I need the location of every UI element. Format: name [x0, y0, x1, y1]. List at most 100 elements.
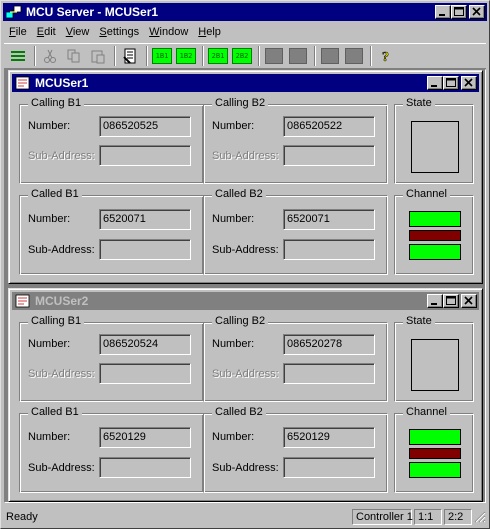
toolbar-separator [146, 46, 148, 66]
group-title: State [403, 97, 435, 109]
called-b1-sub-address-field[interactable] [99, 457, 191, 478]
close-button[interactable] [469, 5, 485, 19]
group-called-b1: Called B1 Number: 6520071 Sub-Address: [19, 188, 204, 275]
number-label: Number: [212, 213, 255, 225]
called-b1-number-field[interactable]: 6520071 [99, 209, 191, 230]
child-titlebar[interactable]: MCUSer2 [12, 292, 479, 310]
toolbar-separator [258, 46, 260, 66]
toolbar-menu-button[interactable] [7, 46, 29, 66]
minimize-icon [431, 85, 437, 87]
group-title: Calling B1 [28, 315, 85, 327]
sub-address-label: Sub-Address: [212, 244, 279, 256]
calling-b2-number-field[interactable]: 086520278 [283, 334, 375, 355]
menu-window[interactable]: Window [144, 26, 193, 38]
close-icon [472, 7, 481, 16]
copy-icon [67, 49, 80, 63]
help-button[interactable]: ? [375, 46, 397, 66]
document-icon [15, 76, 31, 90]
close-button[interactable] [461, 76, 477, 90]
led-button-2b1[interactable]: 2B1 [207, 46, 229, 66]
help-icon: ? [382, 50, 390, 64]
minimize-button[interactable] [427, 294, 443, 308]
led-button-1b1[interactable]: 1B1 [151, 46, 173, 66]
sub-address-label: Sub-Address: [28, 368, 95, 380]
toolbar-gray-button-4[interactable] [343, 46, 365, 66]
menu-view[interactable]: View [61, 26, 95, 38]
resize-grip-icon[interactable] [474, 511, 486, 523]
sub-address-label: Sub-Address: [28, 462, 95, 474]
cut-icon [44, 49, 56, 63]
close-button[interactable] [461, 294, 477, 308]
paste-button[interactable] [87, 46, 109, 66]
maximize-button[interactable] [451, 5, 467, 19]
minimize-button[interactable] [427, 76, 443, 90]
toolbar-separator [370, 46, 372, 66]
group-channel: Channel [394, 188, 474, 275]
document-button[interactable] [119, 46, 141, 66]
called-b1-sub-address-field[interactable] [99, 239, 191, 260]
called-b1-number-field[interactable]: 6520129 [99, 427, 191, 448]
group-title: Called B1 [28, 406, 82, 418]
calling-b1-number-field[interactable]: 086520524 [99, 334, 191, 355]
close-icon [464, 296, 473, 305]
sub-address-label: Sub-Address: [212, 150, 279, 162]
group-called-b1: Called B1 Number: 6520129 Sub-Address: [19, 406, 204, 493]
channel-bar-3 [409, 462, 461, 478]
menu-help[interactable]: Help [193, 26, 226, 38]
sub-address-label: Sub-Address: [212, 368, 279, 380]
channel-bar-1 [409, 211, 461, 227]
calling-b2-sub-address-field[interactable] [283, 363, 375, 384]
cut-button[interactable] [39, 46, 61, 66]
status-text: Ready [6, 511, 38, 523]
toolbar-gray-button-2[interactable] [287, 46, 309, 66]
calling-b2-number-field[interactable]: 086520522 [283, 116, 375, 137]
called-b2-sub-address-field[interactable] [283, 239, 375, 260]
copy-button[interactable] [63, 46, 85, 66]
called-b2-number-field[interactable]: 6520071 [283, 209, 375, 230]
group-title: Channel [403, 406, 450, 418]
menu-edit[interactable]: Edit [32, 26, 61, 38]
called-b2-number-field[interactable]: 6520129 [283, 427, 375, 448]
menu-file[interactable]: File [4, 26, 32, 38]
minimize-button[interactable] [435, 5, 451, 19]
child-titlebar[interactable]: MCUSer1 [12, 74, 479, 92]
group-calling-b1: Calling B1 Number: 086520525 Sub-Address… [19, 97, 204, 184]
maximize-button[interactable] [443, 294, 459, 308]
document-icon [15, 294, 31, 308]
group-title: Calling B1 [28, 97, 85, 109]
minimize-icon [439, 14, 445, 16]
called-b2-sub-address-field[interactable] [283, 457, 375, 478]
calling-b1-sub-address-field[interactable] [99, 145, 191, 166]
channel-bar-2 [409, 230, 461, 241]
number-label: Number: [28, 120, 71, 132]
led-button-1b2[interactable]: 1B2 [175, 46, 197, 66]
group-title: Called B1 [28, 188, 82, 200]
app-icon [5, 5, 22, 19]
group-calling-b2: Calling B2 Number: 086520278 Sub-Address… [203, 315, 388, 402]
number-label: Number: [28, 338, 71, 350]
document-icon [123, 48, 136, 64]
calling-b1-number-field[interactable]: 086520525 [99, 116, 191, 137]
toolbar-gray-button-1[interactable] [263, 46, 285, 66]
svg-text:?: ? [382, 50, 389, 64]
maximize-icon [446, 78, 456, 87]
status-panel-2-2: 2:2 [444, 509, 472, 525]
app-window: MCU Server - MCUSer1 File Edit View Sett… [0, 0, 490, 529]
maximize-icon [454, 7, 464, 16]
group-title: State [403, 315, 435, 327]
toolbar-gray-button-3[interactable] [319, 46, 341, 66]
menu-settings[interactable]: Settings [94, 26, 144, 38]
calling-b2-sub-address-field[interactable] [283, 145, 375, 166]
sub-address-label: Sub-Address: [212, 462, 279, 474]
app-titlebar[interactable]: MCU Server - MCUSer1 [3, 3, 487, 21]
sub-address-label: Sub-Address: [28, 244, 95, 256]
group-title: Called B2 [212, 406, 266, 418]
led-1b2: 1B2 [176, 48, 196, 64]
led-button-2b2[interactable]: 2B2 [231, 46, 253, 66]
calling-b1-sub-address-field[interactable] [99, 363, 191, 384]
toolbar-separator [314, 46, 316, 66]
maximize-button[interactable] [443, 76, 459, 90]
close-icon [464, 78, 473, 87]
led-1b1: 1B1 [152, 48, 172, 64]
number-label: Number: [212, 431, 255, 443]
